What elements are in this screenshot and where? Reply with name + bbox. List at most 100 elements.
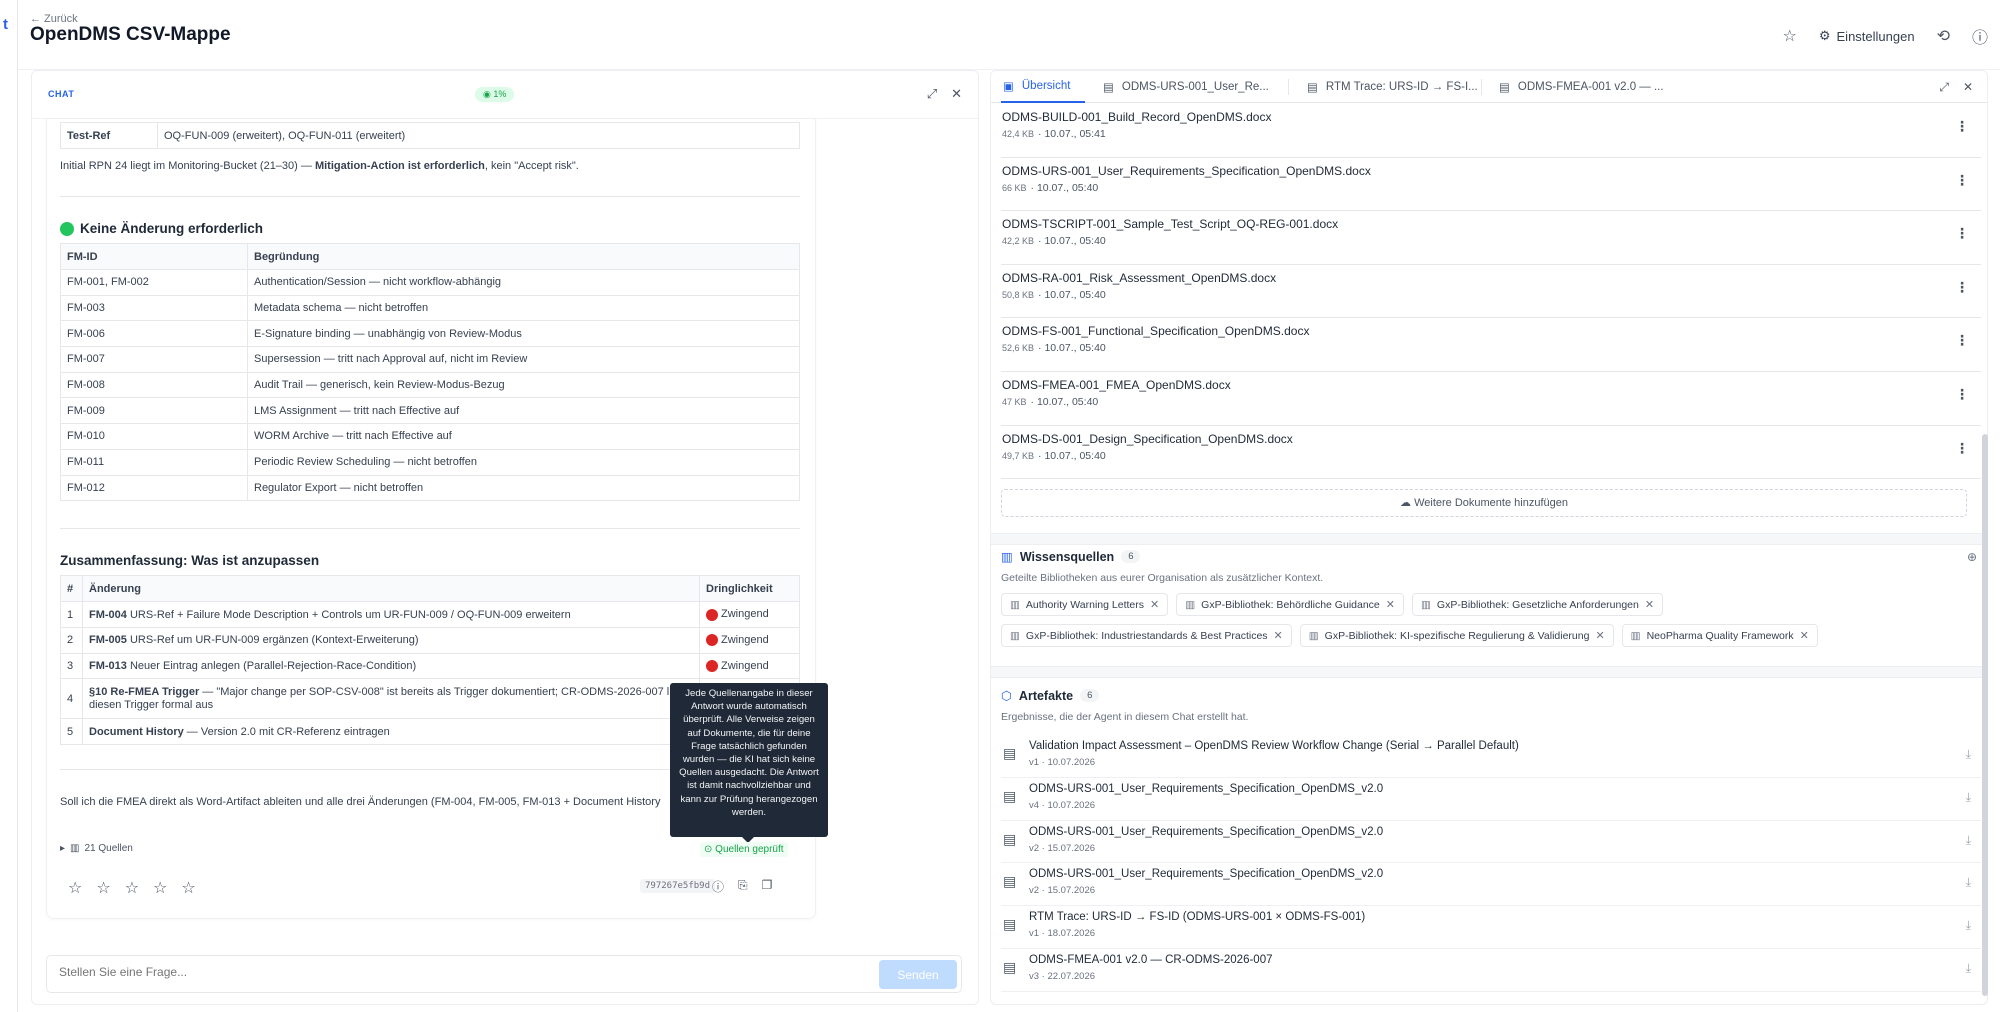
table-row: Test-Ref OQ-FUN-009 (erweitert), OQ-FUN-… xyxy=(60,122,800,149)
expand-icon[interactable]: ⤢ xyxy=(1939,80,1949,95)
tab-rtm-trace[interactable]: ▤ RTM Trace: URS-ID → FS-I... xyxy=(1307,71,1478,103)
document-size: 42,4 KB xyxy=(1002,129,1035,139)
table-row: FM-008 Audit Trail — generisch, kein Revi… xyxy=(60,371,800,399)
remove-icon[interactable]: ✕ xyxy=(1274,629,1283,642)
star-icon[interactable]: ☆ xyxy=(68,878,82,898)
more-options-icon[interactable]: ⋮ xyxy=(1955,332,1969,349)
info-icon[interactable]: ⓘ xyxy=(1972,24,1988,48)
app-root: t ← Zurück OpenDMS CSV-Mappe ☆ ⚙ Einstel… xyxy=(0,0,2000,1012)
artifact-name: ODMS-URS-001_User_Requirements_Specifica… xyxy=(1029,825,1384,838)
remove-icon[interactable]: ✕ xyxy=(1150,598,1159,611)
document-row[interactable]: ODMS-FMEA-001_FMEA_OpenDMS.docx 47 KB · 10… xyxy=(1001,372,1981,426)
more-options-icon[interactable]: ⋮ xyxy=(1955,440,1969,457)
star-icon[interactable]: ☆ xyxy=(181,878,195,898)
artifacts-count: 6 xyxy=(1080,689,1100,702)
knowledge-source-chip[interactable]: ▥ GxP-Bibliothek: KI-spezifische Regulier… xyxy=(1299,624,1614,647)
history-icon[interactable]: ⟲ xyxy=(1937,26,1950,46)
tab-fmea-document[interactable]: ▤ ODMS-FMEA-001 v2.0 — ... xyxy=(1499,71,1664,103)
tab-overview[interactable]: ▣ Übersicht xyxy=(1001,71,1085,103)
add-documents-button[interactable]: ☁ Weitere Dokumente hinzufügen xyxy=(1001,489,1967,517)
more-options-icon[interactable]: ⋮ xyxy=(1955,118,1969,135)
table-row: 1 FM-004 URS-Ref + Failure Mode Descripti… xyxy=(60,601,800,628)
download-icon[interactable]: ⤓ xyxy=(1966,918,1971,933)
star-icon[interactable]: ☆ xyxy=(153,878,167,898)
more-options-icon[interactable]: ⋮ xyxy=(1955,225,1969,242)
document-row[interactable]: ODMS-TSCRIPT-001_Sample_Test_Script_OQ-R… xyxy=(1001,211,1981,265)
tab-bar: ▣ Übersicht ▤ ODMS-URS-001_User_Re... ▤ RTM… xyxy=(991,71,1987,103)
add-circle-icon[interactable]: ⊕ xyxy=(1967,550,1977,564)
change-description: Document History — Version 2.0 mit CR-Re… xyxy=(82,718,700,745)
sources-checked-badge[interactable]: ⊙ Quellen geprüft xyxy=(700,842,788,857)
download-icon[interactable]: ⤓ xyxy=(1966,833,1971,848)
knowledge-source-chip[interactable]: ▥ GxP-Bibliothek: Behördliche Guidance ✕ xyxy=(1176,593,1404,616)
table-row: FM-003 Metadata schema — nicht betroffen xyxy=(60,294,800,322)
info-icon[interactable]: ⓘ xyxy=(712,878,724,895)
expand-icon[interactable]: ⤢ xyxy=(927,86,937,102)
star-icon[interactable]: ☆ xyxy=(1783,26,1797,46)
settings-button[interactable]: ⚙ Einstellungen xyxy=(1819,28,1915,44)
more-options-icon[interactable]: ⋮ xyxy=(1955,386,1969,403)
app-logo[interactable]: t xyxy=(3,16,8,33)
knowledge-source-chip[interactable]: ▥ Authority Warning Letters ✕ xyxy=(1001,593,1169,616)
close-icon[interactable]: ✕ xyxy=(1963,80,1973,95)
more-options-icon[interactable]: ⋮ xyxy=(1955,279,1969,296)
caret-right-icon: ▸ xyxy=(60,843,66,854)
star-icon[interactable]: ☆ xyxy=(96,878,110,898)
sources-label: 21 Quellen xyxy=(84,843,133,854)
knowledge-source-chip[interactable]: ▥ GxP-Bibliothek: Industriestandards & Be… xyxy=(1001,624,1292,647)
table-cell: LMS Assignment — tritt nach Effective au… xyxy=(247,397,800,425)
download-icon[interactable]: ⤓ xyxy=(1966,790,1971,805)
document-row[interactable]: ODMS-URS-001_User_Requirements_Specifica… xyxy=(1001,158,1981,212)
knowledge-source-chip[interactable]: ▥ NeoPharma Quality Framework ✕ xyxy=(1621,624,1818,647)
change-text: URS-Ref um UR-FUN-009 ergänzen (Kontext-… xyxy=(126,634,419,647)
artifact-meta: v1 · 18.07.2026 xyxy=(1029,928,1096,940)
tab-label: RTM Trace: URS-ID → FS-I... xyxy=(1325,81,1478,93)
send-button[interactable]: Senden xyxy=(879,960,957,989)
artifact-row[interactable]: ▤ ODMS-URS-001_User_Requirements_Specific… xyxy=(1001,778,1981,821)
rpn-text-bold: Mitigation-Action ist erforderlich xyxy=(314,160,485,172)
table-cell: Regulator Export — nicht betroffen xyxy=(247,474,800,502)
artifact-meta: v3 · 22.07.2026 xyxy=(1029,971,1096,982)
document-row[interactable]: ODMS-BUILD-001_Build_Record_OpenDMS.docx… xyxy=(1001,104,1981,158)
artifact-row[interactable]: ▤ ODMS-FMEA-001 v2.0 — CR-ODMS-2026-007 v3… xyxy=(1001,949,1981,992)
remove-icon[interactable]: ✕ xyxy=(1386,598,1395,611)
document-icon: ▤ xyxy=(1499,82,1510,94)
artifact-row[interactable]: ▤ ODMS-URS-001_User_Requirements_Specific… xyxy=(1001,863,1981,907)
star-icon[interactable]: ☆ xyxy=(125,878,139,898)
artifact-row[interactable]: ▤ ODMS-URS-001_User_Requirements_Specific… xyxy=(1001,821,1981,864)
document-row[interactable]: ODMS-RA-001_Risk_Assessment_OpenDMS.docx… xyxy=(1001,265,1981,319)
overview-panel: ▣ Übersicht ▤ ODMS-URS-001_User_Re... ▤ RTM… xyxy=(990,70,1988,1005)
section-title-text: Keine Änderung erforderlich xyxy=(80,221,264,236)
panel-icon: ▣ xyxy=(1003,81,1014,93)
document-row[interactable]: ODMS-FS-001_Functional_Specification_Ope… xyxy=(1001,318,1981,372)
more-options-icon[interactable]: ⋮ xyxy=(1955,172,1969,189)
red-circle-icon xyxy=(706,659,718,672)
chat-input[interactable] xyxy=(59,965,859,979)
copy-icon[interactable]: ❐ xyxy=(762,878,773,895)
chat-header-actions: ⤢ ✕ xyxy=(927,86,962,102)
sources-toggle[interactable]: ▸ ▥ 21 Quellen xyxy=(60,843,133,854)
remove-icon[interactable]: ✕ xyxy=(1595,629,1604,642)
document-name: ODMS-BUILD-001_Build_Record_OpenDMS.docx xyxy=(1002,110,1272,124)
change-id: §10 Re-FMEA Trigger xyxy=(89,685,200,698)
artifact-row[interactable]: ▤ RTM Trace: URS-ID → FS-ID (ODMS-URS-001… xyxy=(1001,906,1981,949)
close-icon[interactable]: ✕ xyxy=(951,86,962,102)
tab-urs-document[interactable]: ▤ ODMS-URS-001_User_Re... xyxy=(1103,71,1269,103)
download-icon[interactable]: ⤓ xyxy=(1966,961,1971,976)
table-cell: Metadata schema — nicht betroffen xyxy=(247,294,800,322)
knowledge-source-chip[interactable]: ▥ GxP-Bibliothek: Gesetzliche Anforderung… xyxy=(1411,593,1664,616)
download-icon[interactable]: ⤓ xyxy=(1966,747,1971,762)
artifact-row[interactable]: ▤ Validation Impact Assessment – OpenDMS … xyxy=(1001,735,1981,778)
tab-bar-actions: ⤢ ✕ xyxy=(1939,80,1973,95)
table-cell: Periodic Review Scheduling — nicht betro… xyxy=(247,448,800,476)
section-divider xyxy=(991,666,1987,678)
bookmark-icon[interactable]: ⎘ xyxy=(738,878,748,895)
remove-icon[interactable]: ✕ xyxy=(1645,598,1654,611)
table-cell: FM-010 xyxy=(60,423,248,450)
overview-scrollbar[interactable] xyxy=(1982,434,1988,996)
artifact-name: ODMS-URS-001_User_Requirements_Specifica… xyxy=(1029,868,1384,881)
remove-icon[interactable]: ✕ xyxy=(1800,629,1809,642)
table-cell: FM-009 xyxy=(60,397,248,425)
document-row[interactable]: ODMS-DS-001_Design_Specification_OpenDMS… xyxy=(1001,426,1981,480)
download-icon[interactable]: ⤓ xyxy=(1966,875,1971,890)
